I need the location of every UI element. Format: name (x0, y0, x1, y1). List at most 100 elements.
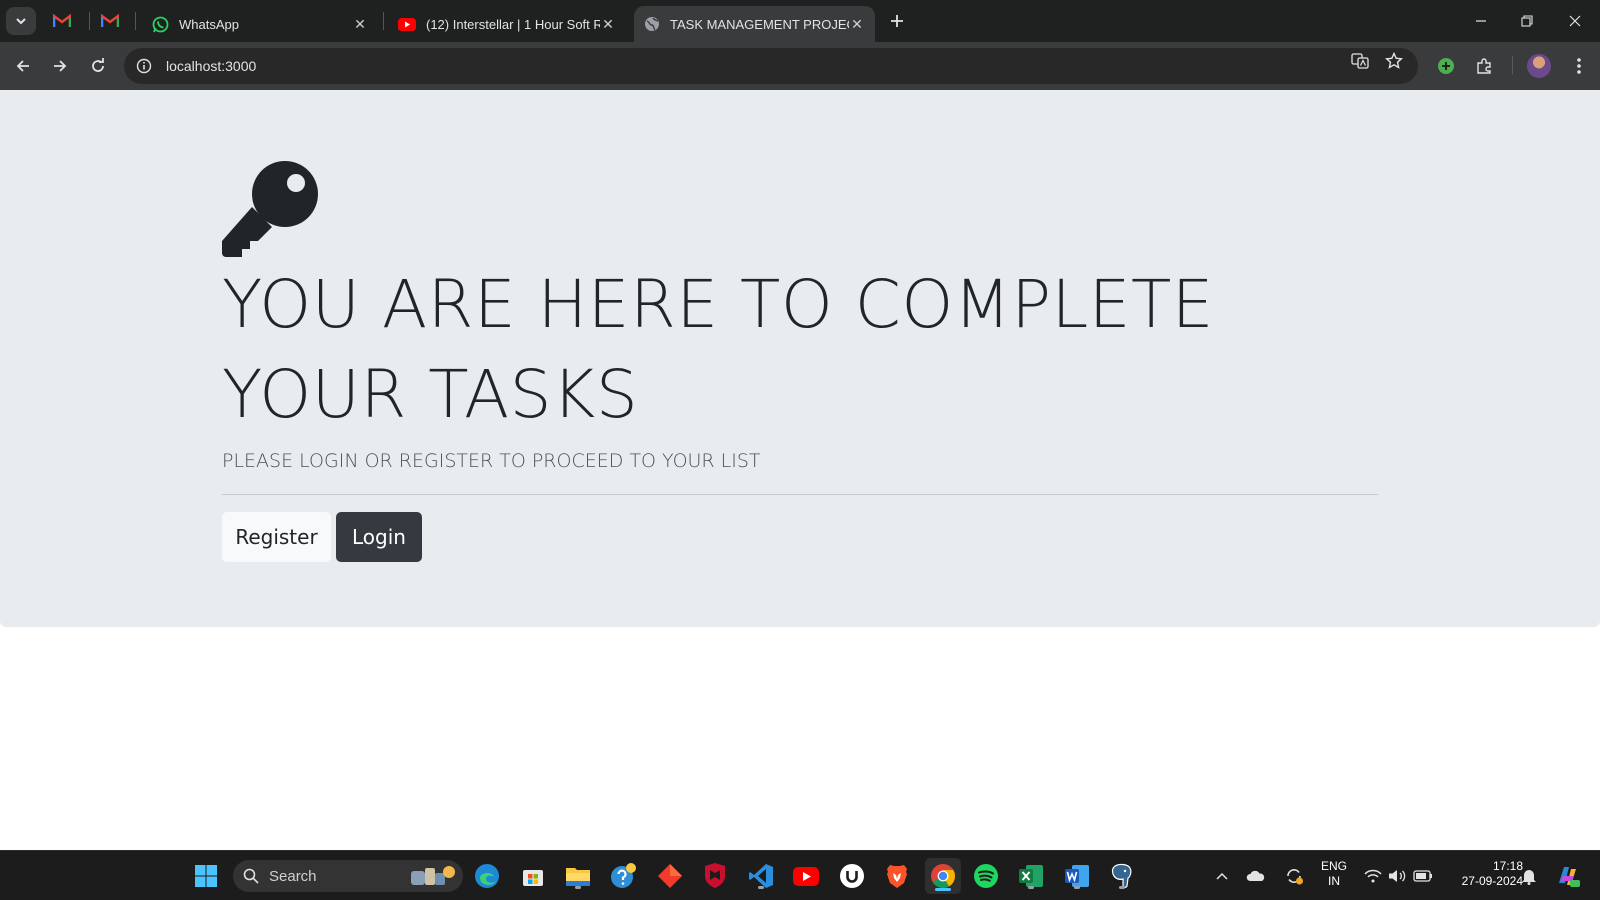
tab-title: WhatsApp (179, 16, 239, 32)
store-icon (523, 870, 543, 886)
wifi-icon[interactable] (1362, 860, 1384, 892)
running-indicator (575, 886, 581, 889)
browser-menu-button[interactable] (1565, 52, 1593, 80)
word-icon (1065, 865, 1089, 887)
login-button[interactable]: Login (336, 512, 422, 562)
more-vert-icon (1577, 58, 1581, 74)
youtube-icon (398, 17, 416, 31)
translate-icon[interactable] (1349, 50, 1371, 72)
clock-date: 27-09-2024 (1461, 874, 1523, 888)
taskbar-app-vscode[interactable] (745, 860, 777, 892)
globe-icon (645, 17, 659, 31)
reload-icon (92, 58, 104, 72)
close-window-button[interactable] (1560, 7, 1590, 35)
pinned-tab-gmail[interactable] (97, 9, 123, 33)
forward-button[interactable] (46, 52, 74, 80)
taskbar-app-file-explorer[interactable] (562, 860, 594, 892)
input-language[interactable]: ENG IN (1318, 859, 1350, 889)
tab-task-management[interactable]: TASK MANAGEMENT PROJECT ✕ (634, 6, 875, 42)
taskbar-app-excel[interactable] (1015, 860, 1047, 892)
page-title: YOU ARE HERE TO COMPLETE YOUR TASKS (222, 266, 1215, 433)
taskbar-app-red-diamond[interactable] (654, 860, 686, 892)
whatsapp-icon (152, 16, 169, 32)
jumbotron: YOU ARE HERE TO COMPLETE YOUR TASKS PLEA… (0, 90, 1600, 627)
plus-icon (891, 15, 903, 27)
key-icon (222, 161, 318, 257)
running-indicator (758, 886, 764, 889)
extension-green-icon[interactable] (1432, 52, 1460, 80)
clock[interactable]: 17:18 27-09-2024 (1445, 859, 1523, 889)
windows-icon (195, 865, 217, 887)
bookmark-star-icon[interactable] (1383, 50, 1405, 72)
divider (222, 494, 1378, 495)
pinned-tab-gmail[interactable] (49, 9, 75, 33)
tab-close-icon[interactable]: ✕ (600, 16, 616, 33)
gmail-icon (53, 14, 71, 27)
tab-separator (383, 12, 384, 30)
back-button[interactable] (9, 52, 37, 80)
tab-close-icon[interactable]: ✕ (849, 16, 865, 33)
search-icon (243, 868, 259, 884)
chevron-down-icon (16, 18, 26, 25)
tab-search-button[interactable] (6, 7, 36, 35)
spotify-icon (974, 864, 998, 888)
arrow-right-icon (54, 60, 67, 72)
taskbar-app-edge[interactable] (471, 860, 503, 892)
gmail-icon (101, 14, 119, 27)
tab-separator (135, 12, 136, 30)
minimize-icon (1476, 20, 1486, 22)
battery-icon[interactable] (1411, 860, 1435, 892)
taskbar-app-youtube[interactable] (790, 860, 822, 892)
taskbar-app-chrome[interactable] (925, 858, 961, 894)
running-indicator (1074, 886, 1080, 889)
site-info-icon[interactable] (134, 56, 154, 76)
running-indicator (1028, 886, 1034, 889)
taskbar-app-store[interactable] (517, 860, 549, 892)
tab-youtube[interactable]: (12) Interstellar | 1 Hour Soft Ra ✕ (388, 6, 626, 42)
minimize-button[interactable] (1466, 7, 1496, 35)
tab-separator (89, 12, 90, 30)
reload-button[interactable] (84, 52, 112, 80)
volume-icon[interactable] (1386, 860, 1408, 892)
udemy-icon (840, 864, 864, 888)
address-bar[interactable]: localhost:3000 (124, 48, 1418, 84)
notification-bell-icon[interactable] (1518, 860, 1540, 892)
brave-lion-icon (887, 865, 907, 888)
show-hidden-icons-button[interactable] (1212, 860, 1232, 892)
register-button[interactable]: Register (222, 512, 331, 562)
edge-icon (475, 864, 499, 888)
tab-whatsapp[interactable]: WhatsApp ✕ (142, 6, 378, 42)
diamond-app-icon (658, 864, 682, 888)
sync-icon[interactable] (1283, 860, 1305, 892)
restore-button[interactable] (1512, 7, 1542, 35)
url-text: localhost:3000 (166, 58, 257, 74)
start-button[interactable] (190, 860, 222, 892)
tab-close-icon[interactable]: ✕ (352, 16, 368, 33)
taskbar-app-brave[interactable] (881, 860, 913, 892)
new-tab-button[interactable] (884, 9, 910, 33)
taskbar-app-word[interactable] (1061, 860, 1093, 892)
tab-title: TASK MANAGEMENT PROJECT (670, 16, 849, 32)
profile-avatar[interactable] (1527, 54, 1551, 78)
taskbar-app-postgresql[interactable] (1106, 860, 1138, 892)
chevron-up-icon (1216, 872, 1228, 880)
arrow-left-icon (16, 60, 29, 72)
taskbar-app-mcafee[interactable] (699, 860, 731, 892)
extensions-puzzle-icon[interactable] (1470, 52, 1498, 80)
help-icon (611, 863, 636, 888)
copilot-icon[interactable] (1552, 860, 1584, 892)
taskbar-app-spotify[interactable] (970, 860, 1002, 892)
search-highlight-icon (411, 866, 455, 885)
clock-time: 17:18 (1492, 859, 1523, 873)
browser-tabstrip: WhatsApp ✕ (12) Interstellar | 1 Hour So… (0, 0, 1600, 42)
windows-taskbar: Search ENG IN 17:18 27-09-2024 (0, 850, 1600, 900)
browser-toolbar: localhost:3000 (0, 42, 1600, 90)
region-code: IN (1328, 874, 1340, 888)
taskbar-app-udemy[interactable] (836, 860, 868, 892)
search-label: Search (269, 867, 317, 885)
page-content: YOU ARE HERE TO COMPLETE YOUR TASKS PLEA… (0, 90, 1600, 833)
taskbar-app-help[interactable] (608, 860, 640, 892)
onedrive-icon[interactable] (1245, 860, 1267, 892)
folder-icon (566, 868, 590, 886)
taskbar-search[interactable]: Search (233, 860, 463, 892)
